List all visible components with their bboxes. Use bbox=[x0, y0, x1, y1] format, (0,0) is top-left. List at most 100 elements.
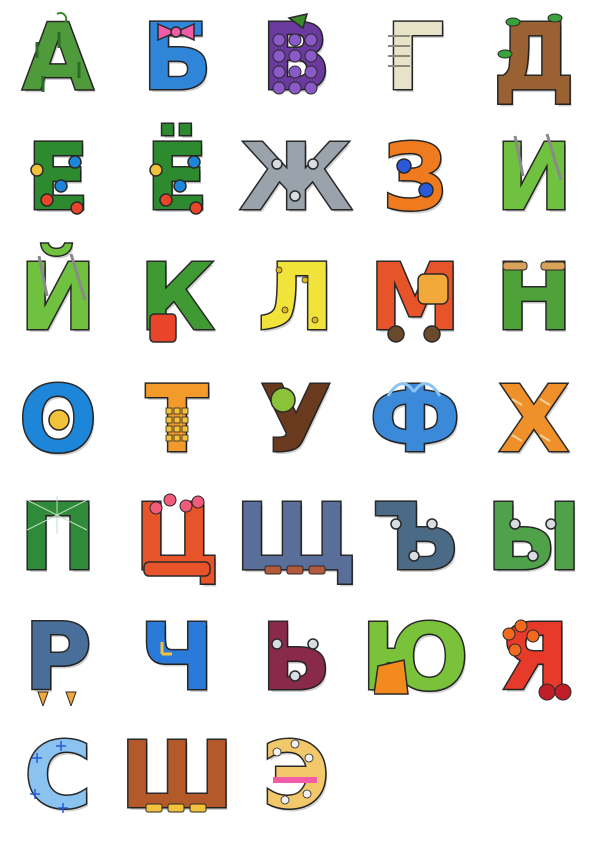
letter-figure: Ё bbox=[136, 130, 218, 226]
letter-figure: П bbox=[17, 490, 99, 586]
letter-glyph: Ё bbox=[144, 124, 210, 231]
alphabet-letter-tile: Ш bbox=[119, 722, 236, 830]
letter-glyph: Б bbox=[140, 4, 213, 111]
letter-glyph: Ц bbox=[133, 484, 221, 591]
alphabet-letter-tile: Н bbox=[486, 244, 582, 352]
letter-figure: Я bbox=[493, 610, 575, 706]
letter-figure: Ч bbox=[136, 610, 218, 706]
letter-figure: Р bbox=[17, 610, 99, 706]
alphabet-letter-tile: Ъ bbox=[367, 484, 463, 592]
letter-glyph: Р bbox=[23, 604, 93, 711]
alphabet-letter-tile: А bbox=[10, 4, 106, 112]
letter-figure: Ц bbox=[133, 484, 221, 591]
letter-figure: Л bbox=[255, 250, 337, 346]
alphabet-letter-tile: З bbox=[367, 124, 463, 232]
alphabet-letter-tile: Л bbox=[248, 244, 344, 352]
letter-figure: И bbox=[493, 130, 575, 226]
letter-glyph: Т bbox=[144, 366, 210, 473]
alphabet-letter-tile: Р bbox=[10, 604, 106, 712]
letter-figure: Ф bbox=[368, 366, 462, 473]
letter-glyph: Л bbox=[256, 244, 335, 351]
alphabet-letter-tile: Е bbox=[10, 124, 106, 232]
alphabet-letter-tile: Т bbox=[129, 366, 225, 474]
letter-glyph: М bbox=[368, 244, 463, 351]
letter-figure: Т bbox=[136, 372, 218, 468]
letter-figure: Щ bbox=[234, 484, 359, 591]
letter-figure: Б bbox=[136, 10, 218, 106]
alphabet-letter-tile: Ю bbox=[360, 604, 471, 712]
letter-glyph: Ж bbox=[238, 124, 354, 231]
alphabet-letter-tile: М bbox=[367, 244, 463, 352]
letter-figure: У bbox=[255, 372, 337, 468]
alphabet-letter-tile: К bbox=[129, 244, 225, 352]
letter-figure: Х bbox=[493, 372, 575, 468]
alphabet-grid: АБВГД ЕЁЖЗИ ЙКЛМН ОТУФХ ПЦЩЪЫ РЧЬЮЯ СШЭ bbox=[0, 0, 610, 854]
letter-figure: Е bbox=[17, 130, 99, 226]
letter-figure: Ы bbox=[485, 484, 583, 591]
letter-glyph: Ф bbox=[368, 366, 462, 473]
alphabet-letter-tile: Я bbox=[486, 604, 582, 712]
letter-glyph: О bbox=[17, 366, 98, 473]
letter-glyph: Е bbox=[25, 124, 91, 231]
letter-glyph: С bbox=[23, 722, 94, 829]
letter-figure: З bbox=[374, 130, 456, 226]
letter-glyph: Ю bbox=[360, 604, 471, 711]
letter-glyph: Щ bbox=[234, 484, 359, 591]
letter-figure: Д bbox=[492, 4, 577, 111]
letter-glyph: Г bbox=[384, 4, 446, 111]
letter-figure: А bbox=[17, 10, 99, 106]
letter-glyph: Н bbox=[494, 244, 574, 351]
letter-figure: Ь bbox=[255, 610, 337, 706]
letter-glyph: В bbox=[259, 4, 332, 111]
letter-figure: Ж bbox=[238, 124, 354, 231]
alphabet-letter-tile: И bbox=[486, 124, 582, 232]
alphabet-letter-tile: Ч bbox=[129, 604, 225, 712]
alphabet-letter-tile: Щ bbox=[234, 484, 359, 592]
letter-figure: О bbox=[17, 372, 99, 468]
alphabet-letter-tile: Э bbox=[248, 722, 344, 830]
alphabet-letter-tile: Д bbox=[486, 4, 582, 112]
letter-figure: Ъ bbox=[370, 484, 459, 591]
letter-figure: С bbox=[17, 728, 99, 824]
letter-glyph: З bbox=[381, 124, 449, 231]
letter-glyph: Э bbox=[261, 722, 332, 829]
letter-figure: Ю bbox=[360, 604, 471, 711]
letter-glyph: У bbox=[259, 366, 333, 473]
alphabet-letter-tile: У bbox=[248, 366, 344, 474]
alphabet-letter-tile: Ж bbox=[238, 124, 354, 232]
letter-glyph: Я bbox=[497, 604, 571, 711]
letter-glyph: Ы bbox=[485, 484, 583, 591]
letter-glyph: Ь bbox=[259, 604, 332, 711]
alphabet-letter-tile: О bbox=[10, 366, 106, 474]
letter-glyph: Ъ bbox=[370, 484, 459, 591]
letter-glyph: А bbox=[21, 4, 95, 111]
letter-figure: В bbox=[255, 10, 337, 106]
alphabet-letter-tile: Ё bbox=[129, 124, 225, 232]
letter-glyph: Х bbox=[497, 366, 571, 473]
letter-figure: М bbox=[368, 244, 463, 351]
alphabet-letter-tile: Й bbox=[10, 244, 106, 352]
letter-figure: Н bbox=[493, 250, 575, 346]
alphabet-letter-tile: Ц bbox=[129, 484, 225, 592]
alphabet-letter-tile: П bbox=[10, 484, 106, 592]
alphabet-letter-tile: Х bbox=[486, 366, 582, 474]
letter-figure: Э bbox=[255, 728, 337, 824]
alphabet-letter-tile: Б bbox=[129, 4, 225, 112]
letter-glyph: Ш bbox=[119, 722, 236, 829]
letter-figure: Ш bbox=[119, 722, 236, 829]
letter-glyph: Ч bbox=[138, 604, 215, 711]
letter-glyph: И bbox=[494, 124, 574, 231]
alphabet-letter-tile: С bbox=[10, 722, 106, 830]
alphabet-letter-tile: В bbox=[248, 4, 344, 112]
alphabet-letter-tile: Ф bbox=[367, 366, 463, 474]
letter-glyph: Й bbox=[18, 244, 98, 351]
letter-figure: Й bbox=[17, 250, 99, 346]
letter-figure: К bbox=[136, 250, 218, 346]
letter-glyph: К bbox=[138, 244, 216, 351]
letter-glyph: Д bbox=[492, 4, 577, 111]
alphabet-letter-tile: Ы bbox=[485, 484, 583, 592]
alphabet-letter-tile: Ь bbox=[248, 604, 344, 712]
letter-figure: Г bbox=[374, 10, 456, 106]
letter-glyph: П bbox=[18, 484, 98, 591]
alphabet-letter-tile: Г bbox=[367, 4, 463, 112]
